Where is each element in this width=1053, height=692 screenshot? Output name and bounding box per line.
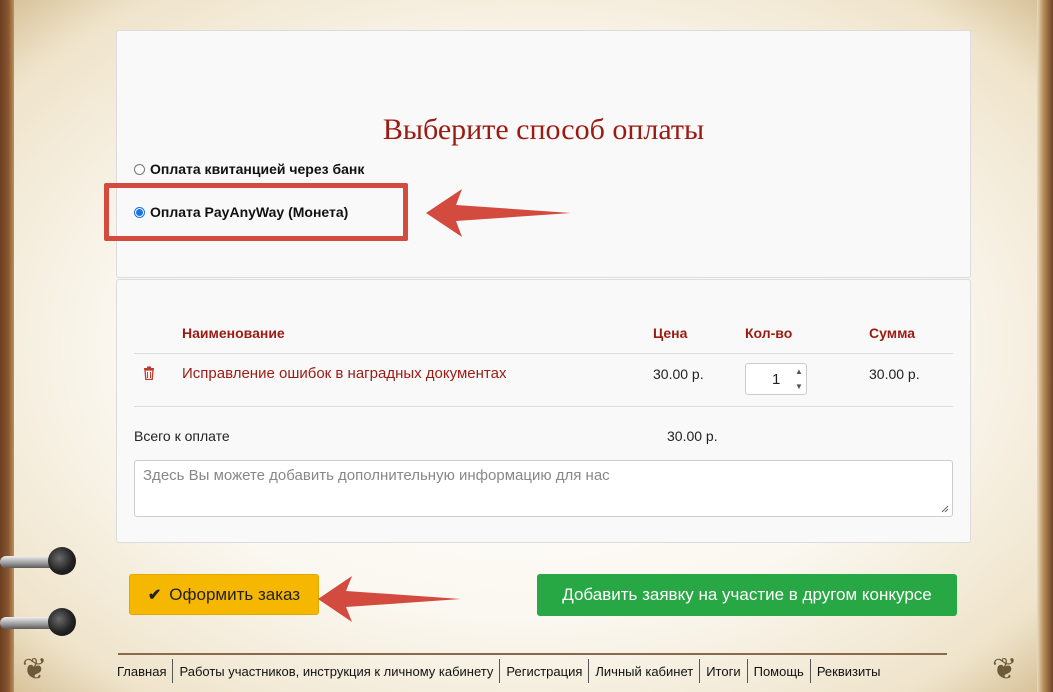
column-qty: Кол-во bbox=[745, 325, 793, 341]
ornament-icon: ❦ bbox=[22, 652, 48, 687]
resize-grip-icon[interactable] bbox=[941, 505, 949, 513]
check-icon: ✔ bbox=[147, 586, 162, 604]
order-button[interactable]: ✔ Оформить заказ bbox=[129, 574, 319, 615]
table-divider bbox=[134, 406, 953, 407]
footer-divider bbox=[118, 653, 947, 655]
radio-bank[interactable] bbox=[134, 163, 145, 175]
spinner-icon[interactable]: ▲ ▼ bbox=[792, 364, 806, 394]
footer-link-home[interactable]: Главная bbox=[117, 664, 166, 679]
item-sum: 30.00 р. bbox=[869, 366, 920, 382]
payment-option-bank-label: Оплата квитанцией через банк bbox=[150, 161, 365, 177]
binder-ring-end bbox=[48, 547, 76, 575]
footer-link-help[interactable]: Помощь bbox=[754, 664, 804, 679]
quantity-value: 1 bbox=[772, 371, 781, 388]
annotation-highlight-box bbox=[104, 183, 408, 241]
add-application-button-label: Добавить заявку на участие в другом конк… bbox=[562, 585, 932, 604]
footer-link-results[interactable]: Итоги bbox=[706, 664, 740, 679]
column-price: Цена bbox=[653, 325, 688, 341]
notes-placeholder: Здесь Вы можете добавить дополнительную … bbox=[143, 467, 610, 484]
footer-link-works[interactable]: Работы участников, инструкция к личному … bbox=[179, 664, 493, 679]
item-name: Исправление ошибок в наградных документа… bbox=[182, 365, 507, 382]
footer-link-registration[interactable]: Регистрация bbox=[506, 664, 582, 679]
table-divider bbox=[134, 353, 953, 354]
footer-link-requisites[interactable]: Реквизиты bbox=[817, 664, 881, 679]
total-label: Всего к оплате bbox=[134, 428, 230, 444]
total-value: 30.00 р. bbox=[667, 428, 718, 444]
column-sum: Сумма bbox=[869, 325, 916, 341]
column-name: Наименование bbox=[182, 325, 285, 341]
order-button-label: Оформить заказ bbox=[169, 584, 301, 604]
book-binding-right bbox=[1037, 0, 1053, 692]
book-binding-left bbox=[0, 0, 14, 692]
add-application-button[interactable]: Добавить заявку на участие в другом конк… bbox=[537, 574, 957, 616]
footer-nav: Главная Работы участников, инструкция к … bbox=[117, 658, 881, 684]
quantity-stepper[interactable]: 1 ▲ ▼ bbox=[745, 363, 807, 395]
annotation-arrow-icon bbox=[426, 189, 571, 237]
binder-ring-end bbox=[48, 608, 76, 636]
payment-title: Выберите способ оплаты bbox=[382, 113, 705, 146]
payment-option-bank[interactable]: Оплата квитанцией через банк bbox=[134, 161, 364, 177]
ornament-icon: ❦ bbox=[992, 652, 1018, 687]
item-price: 30.00 р. bbox=[653, 366, 704, 382]
trash-icon[interactable] bbox=[142, 366, 156, 380]
annotation-arrow-icon bbox=[318, 576, 461, 622]
notes-textarea[interactable]: Здесь Вы можете добавить дополнительную … bbox=[134, 460, 953, 517]
footer-link-account[interactable]: Личный кабинет bbox=[595, 664, 693, 679]
